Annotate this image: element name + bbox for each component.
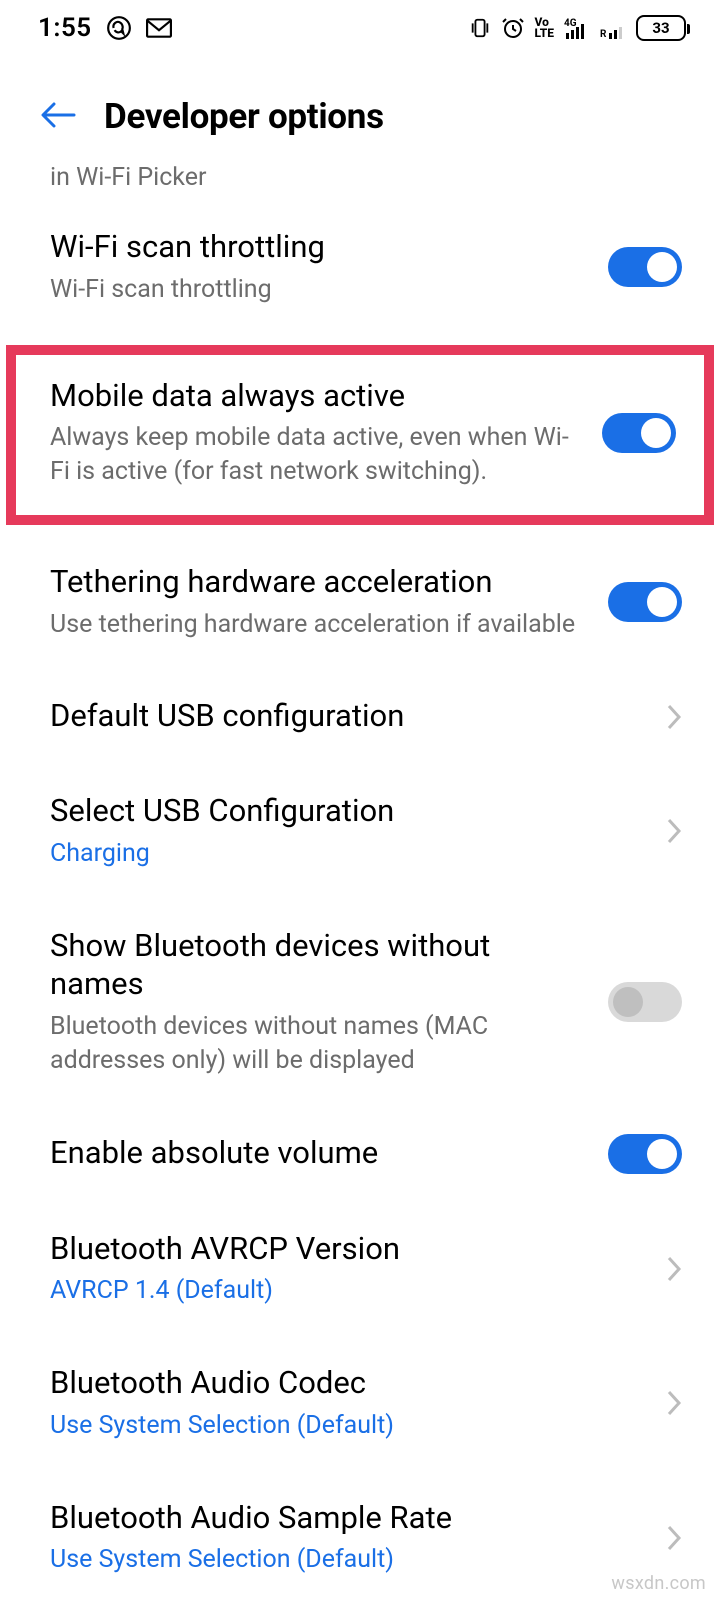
chevron-right-icon xyxy=(666,703,682,731)
row-title: Tethering hardware acceleration xyxy=(50,563,588,602)
toggle-tethering-hw-accel[interactable] xyxy=(608,582,682,622)
volte-icon: VoLTE xyxy=(535,17,554,39)
signal-4g-icon: 4G xyxy=(564,17,590,39)
row-subtitle: Use tethering hardware acceleration if a… xyxy=(50,608,588,642)
row-bt-audio-codec[interactable]: Bluetooth Audio Codec Use System Selecti… xyxy=(0,1336,720,1471)
row-subtitle: Wi-Fi scan throttling xyxy=(50,273,588,307)
row-tethering-hw-accel[interactable]: Tethering hardware acceleration Use teth… xyxy=(0,535,720,670)
signal-r-icon: R xyxy=(600,17,626,39)
row-subtitle: Use System Selection (Default) xyxy=(50,1409,638,1443)
row-enable-absolute-volume[interactable]: Enable absolute volume xyxy=(0,1106,720,1202)
row-bt-avrcp-version[interactable]: Bluetooth AVRCP Version AVRCP 1.4 (Defau… xyxy=(0,1202,720,1337)
svg-text:4G: 4G xyxy=(564,18,577,29)
page-title: Developer options xyxy=(104,96,384,137)
row-title: Wi-Fi scan throttling xyxy=(50,228,588,267)
whatsapp-icon xyxy=(106,15,132,41)
battery-level: 33 xyxy=(652,19,669,37)
row-show-bt-no-names[interactable]: Show Bluetooth devices without names Blu… xyxy=(0,899,720,1106)
row-subtitle: AVRCP 1.4 (Default) xyxy=(50,1274,638,1308)
row-title: Enable absolute volume xyxy=(50,1134,588,1173)
row-title: Default USB configuration xyxy=(50,697,638,736)
chevron-right-icon xyxy=(666,1389,682,1417)
row-subtitle: Charging xyxy=(50,837,638,871)
row-title: Bluetooth Audio Codec xyxy=(50,1364,638,1403)
row-title: Show Bluetooth devices without names xyxy=(50,927,588,1005)
row-title: Bluetooth Audio Sample Rate xyxy=(50,1499,638,1538)
chevron-right-icon xyxy=(666,1524,682,1552)
status-bar: 1:55 VoLTE 4G R xyxy=(0,0,720,56)
row-default-usb-config[interactable]: Default USB configuration xyxy=(0,669,720,764)
alarm-icon xyxy=(501,16,525,40)
header: Developer options xyxy=(0,56,720,157)
row-mobile-data-always-active[interactable]: Mobile data always active Always keep mo… xyxy=(6,345,714,525)
gmail-icon xyxy=(146,18,172,38)
row-title: Bluetooth AVRCP Version xyxy=(50,1230,638,1269)
row-title: Mobile data always active xyxy=(50,377,582,416)
row-subtitle: Bluetooth devices without names (MAC add… xyxy=(50,1010,588,1078)
chevron-right-icon xyxy=(666,1255,682,1283)
battery-icon: 33 xyxy=(636,15,686,41)
status-time: 1:55 xyxy=(38,13,92,43)
status-left: 1:55 xyxy=(38,13,172,43)
chevron-right-icon xyxy=(666,817,682,845)
toggle-wifi-scan-throttling[interactable] xyxy=(608,247,682,287)
row-select-usb-config[interactable]: Select USB Configuration Charging xyxy=(0,764,720,899)
row-wifi-scan-throttling[interactable]: Wi-Fi scan throttling Wi-Fi scan throttl… xyxy=(0,200,720,335)
partial-scrolled-text: in Wi-Fi Picker xyxy=(0,157,720,200)
back-arrow-icon[interactable] xyxy=(40,100,76,134)
vibrate-icon xyxy=(469,17,491,39)
svg-text:R: R xyxy=(600,29,607,39)
toggle-show-bt-no-names[interactable] xyxy=(608,982,682,1022)
toggle-enable-absolute-volume[interactable] xyxy=(608,1134,682,1174)
settings-list[interactable]: Wi-Fi scan throttling Wi-Fi scan throttl… xyxy=(0,200,720,1600)
row-subtitle: Always keep mobile data active, even whe… xyxy=(50,421,582,489)
watermark: wsxdn.com xyxy=(611,1573,706,1594)
status-right: VoLTE 4G R 33 xyxy=(469,15,686,41)
row-subtitle: Use System Selection (Default) xyxy=(50,1543,638,1577)
toggle-mobile-data-always-active[interactable] xyxy=(602,413,676,453)
row-title: Select USB Configuration xyxy=(50,792,638,831)
